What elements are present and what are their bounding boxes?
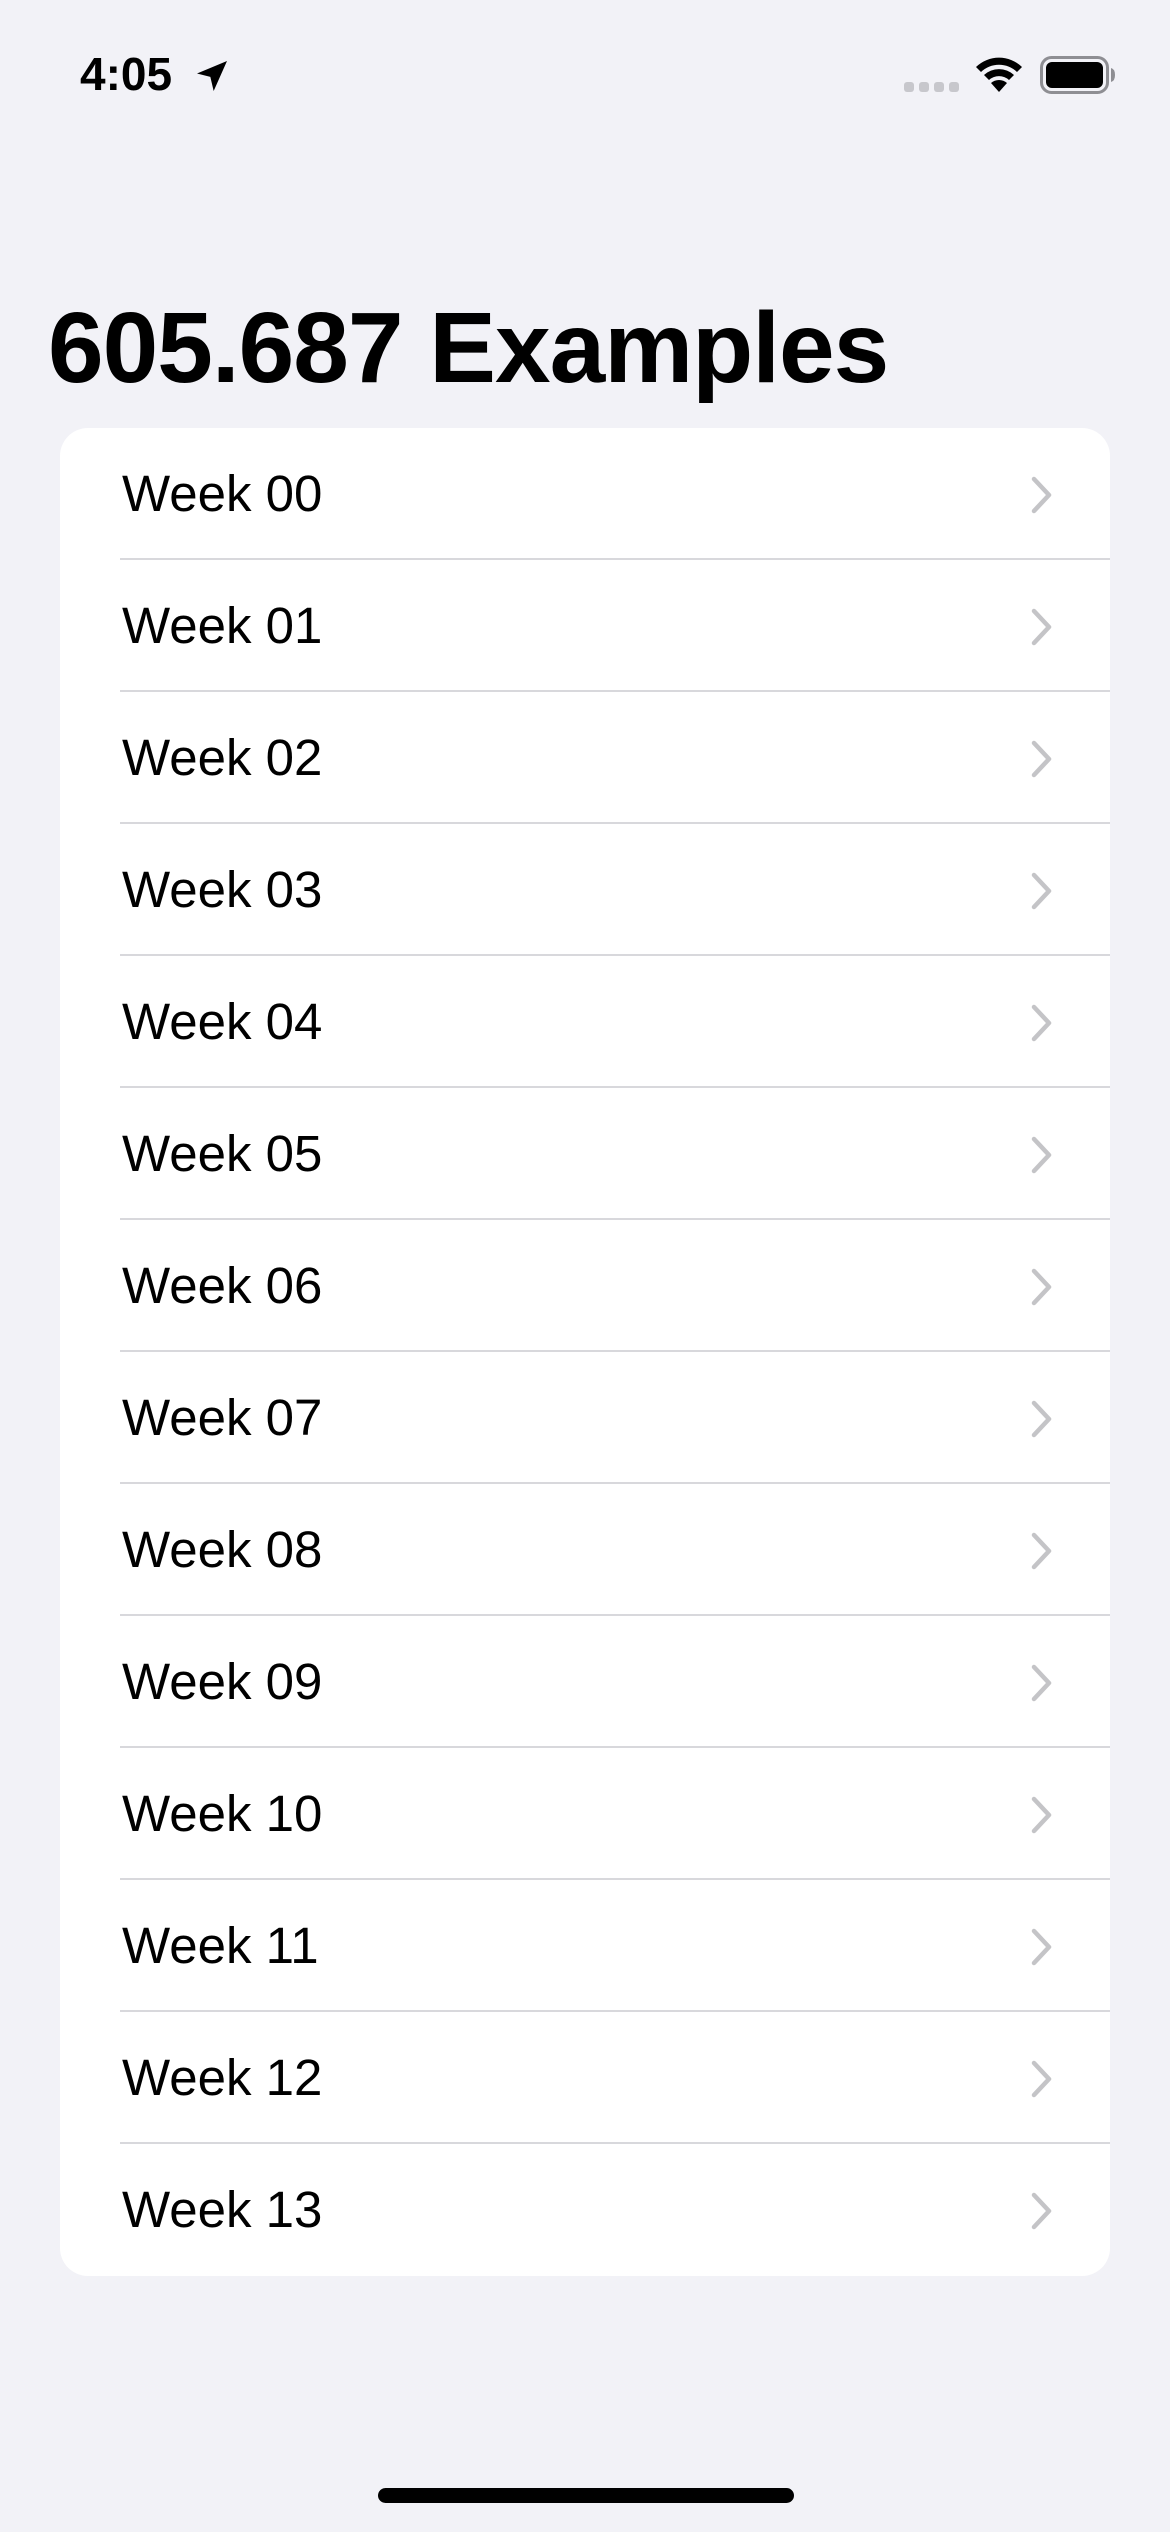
wifi-icon xyxy=(976,57,1022,92)
list-row-week-11[interactable]: Week 11 xyxy=(60,1880,1110,2012)
chevron-right-icon xyxy=(1031,1136,1052,1174)
home-indicator[interactable] xyxy=(378,2488,794,2503)
list-row-week-00[interactable]: Week 00 xyxy=(60,428,1110,560)
chevron-right-icon xyxy=(1031,2060,1052,2098)
chevron-right-icon xyxy=(1031,1004,1052,1042)
list-row-week-12[interactable]: Week 12 xyxy=(60,2012,1110,2144)
chevron-right-icon xyxy=(1031,2192,1052,2230)
chevron-right-icon xyxy=(1031,1532,1052,1570)
list-row-week-09[interactable]: Week 09 xyxy=(60,1616,1110,1748)
list-row-label: Week 12 xyxy=(122,2049,323,2106)
chevron-right-icon xyxy=(1031,608,1052,646)
status-time: 4:05 xyxy=(80,48,173,100)
list-row-label: Week 11 xyxy=(122,1917,319,1974)
chevron-right-icon xyxy=(1031,1796,1052,1834)
list-row-label: Week 07 xyxy=(122,1389,323,1446)
list-row-week-03[interactable]: Week 03 xyxy=(60,824,1110,956)
page-title: 605.687 Examples xyxy=(48,292,889,404)
chevron-right-icon xyxy=(1031,1400,1052,1438)
list-row-label: Week 01 xyxy=(122,597,323,654)
list-row-week-10[interactable]: Week 10 xyxy=(60,1748,1110,1880)
list-row-week-05[interactable]: Week 05 xyxy=(60,1088,1110,1220)
list-row-label: Week 13 xyxy=(122,2181,323,2238)
list-row-week-02[interactable]: Week 02 xyxy=(60,692,1110,824)
cellular-signal-icon xyxy=(904,82,959,92)
list-row-week-04[interactable]: Week 04 xyxy=(60,956,1110,1088)
list-row-label: Week 00 xyxy=(122,465,323,522)
list-row-week-07[interactable]: Week 07 xyxy=(60,1352,1110,1484)
chevron-right-icon xyxy=(1031,872,1052,910)
list-row-label: Week 02 xyxy=(122,729,323,786)
chevron-right-icon xyxy=(1031,740,1052,778)
list-row-week-08[interactable]: Week 08 xyxy=(60,1484,1110,1616)
list-row-label: Week 09 xyxy=(122,1653,323,1710)
list-row-label: Week 10 xyxy=(122,1785,323,1842)
list-row-week-06[interactable]: Week 06 xyxy=(60,1220,1110,1352)
list-row-label: Week 06 xyxy=(122,1257,323,1314)
list-row-label: Week 03 xyxy=(122,861,323,918)
location-arrow-icon xyxy=(197,61,227,91)
list-row-label: Week 04 xyxy=(122,993,323,1050)
chevron-right-icon xyxy=(1031,476,1052,514)
chevron-right-icon xyxy=(1031,1268,1052,1306)
list-row-label: Week 08 xyxy=(122,1521,323,1578)
status-bar: 4:05 xyxy=(0,0,1170,150)
chevron-right-icon xyxy=(1031,1664,1052,1702)
list-row-week-13[interactable]: Week 13 xyxy=(60,2144,1110,2276)
examples-list: Week 00 Week 01 Week 02 Week 03 Week 04 Week … xyxy=(60,428,1110,2276)
list-row-week-01[interactable]: Week 01 xyxy=(60,560,1110,692)
battery-icon xyxy=(1040,56,1115,94)
list-row-label: Week 05 xyxy=(122,1125,323,1182)
chevron-right-icon xyxy=(1031,1928,1052,1966)
